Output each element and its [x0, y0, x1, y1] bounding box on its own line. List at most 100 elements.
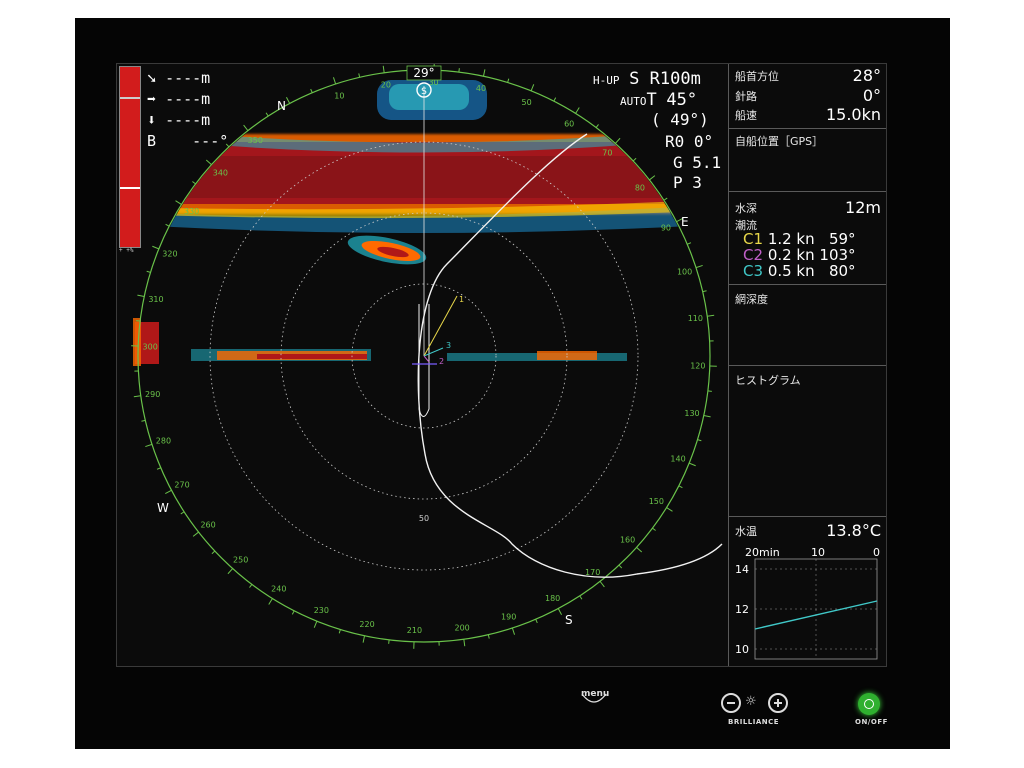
chart-x-tick-label: 20min [745, 547, 780, 559]
west-label: W [157, 501, 169, 515]
position-label: 自船位置［GPS］ [735, 135, 824, 148]
water-temp-val: 13.8°C [826, 521, 881, 540]
bearing-label: 10 [334, 91, 344, 100]
marker-2: 2 [439, 357, 444, 366]
bearing-label: 320 [162, 249, 177, 258]
chart-x-tick-label: 10 [811, 547, 825, 559]
power-button[interactable] [858, 693, 880, 715]
bearing-label: B [147, 132, 157, 150]
readout-1-value: ----m [165, 69, 211, 87]
bearing-label: 290 [145, 390, 160, 399]
r-value: R0 0° [665, 132, 714, 151]
bearing-label: 20 [381, 81, 391, 90]
histogram-section: ヒストグラム [729, 366, 886, 517]
bearing-label: 250 [233, 556, 248, 565]
readout-row-bearing: B ---° [147, 131, 228, 152]
chart-y-tick-label: 12 [735, 603, 749, 616]
bearing-label: 160 [620, 535, 635, 544]
gain-bar[interactable] [119, 66, 141, 248]
bearing-label: 300 [143, 342, 158, 351]
tilt-sub-value: ( 49°) [651, 110, 709, 129]
heading-val: 28° [852, 66, 881, 85]
bearing-label: 150 [649, 497, 664, 506]
tilt-value: 45° [666, 90, 698, 110]
bearing-label: 70 [602, 148, 612, 157]
bearing-label: 210 [407, 626, 422, 635]
marker-1: 1 [459, 295, 464, 304]
arrow-down-right-icon: ➘ [147, 69, 157, 87]
depth-val: 12m [845, 198, 881, 217]
bearing-label: 140 [670, 455, 685, 464]
bearing-label: 100 [677, 267, 692, 276]
marker-readouts: ➘ ----m ➡ ----m ⬇ ----m B ---° [147, 68, 228, 152]
marker-3: 3 [446, 341, 451, 350]
speed-val: 15.0kn [825, 105, 881, 124]
brilliance-label: BRILLIANCE [728, 718, 780, 726]
heading-label: 船首方位 [735, 70, 779, 83]
net-depth-label: 網深度 [735, 293, 768, 306]
power-icon [864, 699, 874, 709]
chart-x-tick-label: 0 [873, 547, 880, 559]
bearing-label: 40 [476, 84, 486, 93]
svg-text:S: S [421, 87, 427, 97]
g-value: G 5.1 [673, 153, 722, 172]
bearing-label: 60 [564, 120, 574, 129]
bearing-label: 340 [213, 169, 228, 178]
bearing-label: 220 [359, 620, 374, 629]
bearing-label: 110 [688, 314, 703, 323]
bearing-label: 260 [200, 521, 215, 530]
tilt-label: T [646, 90, 657, 110]
north-label: N [277, 99, 286, 113]
c3-dir: 80° [828, 262, 856, 280]
east-label: E [681, 215, 689, 229]
navigation-section: 船首方位 28° 針路 0° 船速 15.0kn [729, 64, 886, 129]
readout-3-value: ----m [165, 111, 211, 129]
chart-y-tick-label: 14 [735, 563, 749, 576]
depth-label: 水深 [735, 202, 757, 215]
sun-icon: ☼ [745, 694, 757, 709]
range-readout: H-UP S R100m [593, 69, 701, 89]
bearing-label: 350 [248, 136, 263, 145]
bearing-label: 240 [271, 584, 286, 593]
course-label: 針路 [735, 90, 757, 103]
bearing-value: ---° [192, 132, 229, 150]
histogram-label: ヒストグラム [735, 374, 801, 387]
power-label: ON/OFF [855, 718, 888, 726]
heading-value: 29° [413, 66, 434, 80]
bearing-label: 120 [690, 362, 705, 371]
mode-label: H-UP [593, 74, 620, 87]
readout-row-1: ➘ ----m [147, 68, 228, 89]
info-panel: 船首方位 28° 針路 0° 船速 15.0kn 自船位置［GPS］ 水深 12… [728, 64, 886, 666]
bearing-label: 80 [635, 183, 645, 192]
readout-row-3: ⬇ ----m [147, 110, 228, 131]
range-ring-label: 50 [419, 514, 429, 523]
position-section: 自船位置［GPS］ [729, 129, 886, 192]
bearing-label: 310 [148, 295, 163, 304]
course-val: 0° [862, 86, 881, 105]
sonar-display[interactable]: 1020 304050607080901001101201301401501601… [117, 64, 727, 666]
menu-label: menu [581, 689, 610, 699]
bearing-label: 130 [684, 409, 699, 418]
arrow-down-icon: ⬇ [147, 111, 157, 129]
net-depth-section: 網深度 [729, 285, 886, 366]
readout-2-value: ----m [165, 90, 211, 108]
brilliance-increase-button[interactable] [768, 693, 788, 713]
chart-y-tick-label: 10 [735, 643, 749, 656]
range-value: 100m [659, 69, 701, 89]
range-prefix: S R [629, 69, 660, 89]
bearing-label: 230 [314, 606, 329, 615]
brilliance-decrease-button[interactable] [721, 693, 741, 713]
water-temp-section: 水温 13.8°C 20min 10 0 14 12 10 [729, 517, 886, 666]
water-temp-label: 水温 [735, 525, 757, 538]
bearing-label: 280 [156, 437, 171, 446]
bearing-label: 180 [545, 594, 560, 603]
sonar-screen: 10 20 30 40 50 60 70 80 90 100 110 120 130 140 150 160 1… [116, 63, 887, 667]
bearing-label: 330 [184, 207, 199, 216]
speed-label: 船速 [735, 109, 757, 122]
bearing-label: 90 [661, 223, 671, 232]
bearing-label: 190 [501, 613, 516, 622]
menu-button[interactable]: menu [579, 689, 610, 710]
p-value: P 3 [673, 173, 702, 192]
south-label: S [565, 613, 573, 627]
c3-tag: C3 [743, 262, 764, 280]
